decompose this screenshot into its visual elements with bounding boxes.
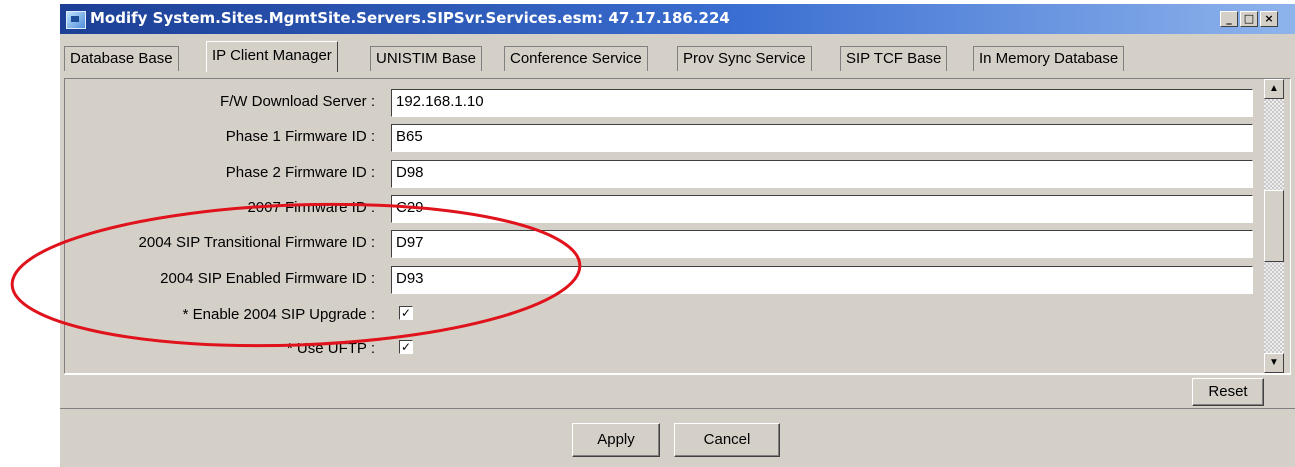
fw-download-server-field[interactable]: 192.168.1.10 bbox=[391, 89, 1253, 117]
phase2-firmware-id-field[interactable]: D98 bbox=[391, 160, 1253, 188]
field-label: 2004 SIP Enabled Firmware ID : bbox=[160, 270, 375, 287]
app-icon bbox=[66, 11, 86, 29]
title-bar[interactable]: Modify System.Sites.MgmtSite.Servers.SIP… bbox=[60, 4, 1295, 34]
firmware-2007-id-field[interactable]: C29 bbox=[391, 195, 1253, 223]
cancel-button[interactable]: Cancel bbox=[674, 423, 780, 457]
tab-strip: Database Base IP Client Manager UNISTIM … bbox=[60, 34, 1295, 76]
field-label: 2004 SIP Transitional Firmware ID : bbox=[138, 234, 375, 251]
scroll-up-arrow-icon[interactable]: ▲ bbox=[1264, 79, 1284, 99]
tab-sip-tcf-base[interactable]: SIP TCF Base bbox=[840, 46, 948, 71]
row-use-uftp: * Use UFTP : ✓ bbox=[65, 334, 1265, 364]
row-enable-2004-sip-upgrade: * Enable 2004 SIP Upgrade : ✓ bbox=[65, 300, 1265, 330]
tab-unistim-base[interactable]: UNISTIM Base bbox=[370, 46, 483, 71]
tab-ip-client-manager[interactable]: IP Client Manager bbox=[206, 41, 338, 72]
vertical-scrollbar[interactable]: ▲ ▼ bbox=[1264, 79, 1284, 373]
minimize-button[interactable]: _ bbox=[1220, 11, 1238, 27]
tab-prov-sync-service[interactable]: Prov Sync Service bbox=[677, 46, 812, 71]
reset-bar: Reset bbox=[64, 374, 1291, 409]
reset-button[interactable]: Reset bbox=[1192, 378, 1264, 406]
field-label: Phase 1 Firmware ID : bbox=[225, 128, 375, 145]
sip-enabled-firmware-id-field[interactable]: D93 bbox=[391, 266, 1253, 294]
tab-database-base[interactable]: Database Base bbox=[64, 46, 179, 71]
modify-dialog-window: Modify System.Sites.MgmtSite.Servers.SIP… bbox=[60, 4, 1295, 467]
row-phase1-firmware-id: Phase 1 Firmware ID : B65 bbox=[65, 122, 1265, 152]
tab-in-memory-database[interactable]: In Memory Database bbox=[973, 46, 1125, 71]
scroll-thumb[interactable] bbox=[1264, 190, 1284, 262]
enable-sip-upgrade-checkbox[interactable]: ✓ bbox=[399, 306, 413, 320]
row-2004-sip-enabled-firmware-id: 2004 SIP Enabled Firmware ID : D93 bbox=[65, 264, 1265, 294]
field-label: F/W Download Server : bbox=[219, 93, 375, 110]
sip-transitional-firmware-id-field[interactable]: D97 bbox=[391, 230, 1253, 258]
settings-panel: F/W Download Server : 192.168.1.10 Phase… bbox=[64, 78, 1291, 374]
phase1-firmware-id-field[interactable]: B65 bbox=[391, 124, 1253, 152]
tab-conference-service[interactable]: Conference Service bbox=[504, 46, 648, 71]
window-title: Modify System.Sites.MgmtSite.Servers.SIP… bbox=[90, 9, 730, 27]
field-label: 2007 Firmware ID : bbox=[247, 199, 375, 216]
use-uftp-checkbox[interactable]: ✓ bbox=[399, 340, 413, 354]
row-fw-download-server: F/W Download Server : 192.168.1.10 bbox=[65, 87, 1265, 117]
row-phase2-firmware-id: Phase 2 Firmware ID : D98 bbox=[65, 158, 1265, 188]
close-button[interactable]: × bbox=[1260, 11, 1278, 27]
scroll-down-arrow-icon[interactable]: ▼ bbox=[1264, 353, 1284, 373]
dialog-button-bar: Apply Cancel bbox=[60, 408, 1295, 467]
row-2007-firmware-id: 2007 Firmware ID : C29 bbox=[65, 193, 1265, 223]
row-2004-sip-transitional-firmware-id: 2004 SIP Transitional Firmware ID : D97 bbox=[65, 228, 1265, 258]
field-label: Phase 2 Firmware ID : bbox=[225, 164, 375, 181]
checkbox-label: * Enable 2004 SIP Upgrade : bbox=[182, 306, 375, 323]
apply-button[interactable]: Apply bbox=[572, 423, 660, 457]
maximize-button[interactable]: □ bbox=[1240, 11, 1258, 27]
checkbox-label: * Use UFTP : bbox=[286, 340, 375, 357]
